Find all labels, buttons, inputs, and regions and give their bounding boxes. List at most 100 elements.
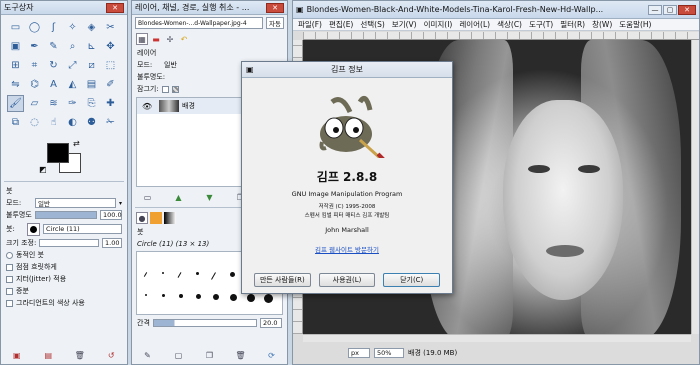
lower-layer-icon[interactable]: ▼	[204, 191, 216, 203]
pencil-icon[interactable]: ✐	[102, 76, 119, 93]
duplicate-brush-icon[interactable]: ❐	[204, 349, 216, 361]
eraser-icon[interactable]: ▱	[26, 95, 43, 112]
edit-brush-icon[interactable]: ✎	[142, 349, 154, 361]
license-button[interactable]: 사용권(L)	[318, 273, 376, 287]
menu-item[interactable]: 선택(S)	[360, 19, 384, 30]
brush-item[interactable]	[179, 294, 183, 298]
delete-options-icon[interactable]: 🗑	[74, 349, 86, 361]
close-icon[interactable]: ✕	[678, 4, 696, 15]
opacity-value[interactable]: 100.0	[100, 210, 122, 220]
raise-layer-icon[interactable]: ▲	[173, 191, 185, 203]
menu-item[interactable]: 편집(E)	[329, 19, 353, 30]
close-icon[interactable]: ✕	[106, 2, 124, 13]
brush-item[interactable]	[230, 272, 235, 277]
delete-brush-icon[interactable]: 🗑	[235, 349, 247, 361]
brush-name[interactable]: Circle (11)	[43, 224, 122, 234]
shear-icon[interactable]: ⧄	[83, 57, 100, 74]
blend-icon[interactable]: ▤	[83, 76, 100, 93]
menu-item[interactable]: 도구(T)	[529, 19, 553, 30]
color-picker-icon[interactable]: ✎	[45, 38, 62, 55]
save-options-icon[interactable]: ▣	[11, 349, 23, 361]
restore-options-icon[interactable]: ▤	[42, 349, 54, 361]
free-select-icon[interactable]: ʃ	[45, 19, 62, 36]
brush-item[interactable]	[162, 294, 165, 297]
scale-icon[interactable]: ⤢	[64, 57, 81, 74]
tab-undo[interactable]: ↶	[178, 33, 190, 45]
refresh-brushes-icon[interactable]: ⟳	[266, 349, 278, 361]
flip-icon[interactable]: ⇋	[7, 76, 24, 93]
fuzzy-select-icon[interactable]: ✧	[64, 19, 81, 36]
menu-item[interactable]: 이미지(I)	[424, 19, 453, 30]
website-link[interactable]: 김프 웹사이트 방문하기	[242, 244, 452, 254]
zoom-icon[interactable]: ⌕	[64, 38, 81, 55]
scissors-icon[interactable]: ✂	[102, 19, 119, 36]
opacity-slider[interactable]	[35, 211, 97, 219]
ellipse-select-icon[interactable]: ◯	[26, 19, 43, 36]
airbrush-icon[interactable]: ≋	[45, 95, 62, 112]
brush-item[interactable]	[230, 294, 237, 301]
toolbox-titlebar[interactable]: 도구상자 ✕	[1, 1, 127, 15]
close-icon[interactable]: ✕	[266, 2, 284, 13]
menu-item[interactable]: 도움말(H)	[619, 19, 651, 30]
minimize-icon[interactable]: —	[648, 4, 662, 15]
unit-select[interactable]: px	[348, 348, 370, 358]
measure-icon[interactable]: ⊾	[83, 38, 100, 55]
close-button[interactable]: 닫기(C)	[383, 273, 441, 287]
brush-preview[interactable]	[27, 222, 40, 236]
gimp-head-icon[interactable]: ⚉	[83, 114, 100, 131]
spacing-value[interactable]: 20.0	[260, 318, 282, 328]
layers-titlebar[interactable]: 레이어, 채널, 경로, 실행 취소 - ... ✕	[132, 1, 287, 15]
brush-item[interactable]	[196, 294, 201, 299]
smudge-icon[interactable]: ☝	[45, 114, 62, 131]
brush-item[interactable]	[162, 272, 164, 274]
auto-button[interactable]: 자동	[266, 17, 284, 29]
foreground-select-icon[interactable]: ▣	[7, 38, 24, 55]
text-icon[interactable]: A	[45, 76, 62, 93]
fade-checkbox[interactable]	[6, 263, 13, 271]
ink-icon[interactable]: ✑	[64, 95, 81, 112]
brush-item[interactable]	[247, 294, 255, 302]
menu-item[interactable]: 색상(C)	[497, 19, 522, 30]
menu-item[interactable]: 레이어(L)	[459, 19, 490, 30]
heal-icon[interactable]: ✚	[102, 95, 119, 112]
tab-paths[interactable]: ✢	[164, 33, 176, 45]
tab-patterns[interactable]	[150, 212, 162, 224]
rect-select-icon[interactable]: ▭	[7, 19, 24, 36]
mode-select[interactable]: 일반	[35, 198, 116, 208]
size-slider[interactable]	[39, 239, 99, 247]
crop-icon[interactable]: ⌗	[26, 57, 43, 74]
brush-item[interactable]	[177, 272, 182, 278]
eye-icon[interactable]: 👁	[142, 102, 156, 111]
clone-icon[interactable]: ⎘	[83, 95, 100, 112]
default-colors-icon[interactable]: ◩	[39, 165, 47, 174]
layer-name[interactable]: 배경	[182, 101, 195, 111]
layer-mode-select[interactable]: 일반	[164, 60, 177, 70]
dodge-icon[interactable]: ◐	[64, 114, 81, 131]
brush-item[interactable]	[264, 294, 273, 303]
gradient-checkbox[interactable]	[6, 299, 13, 307]
chevron-down-icon[interactable]: ▾	[119, 200, 122, 207]
about-titlebar[interactable]: ▣ 김프 정보	[242, 62, 452, 78]
tab-layers[interactable]: ▦	[136, 33, 148, 45]
jitter-checkbox[interactable]	[6, 275, 13, 283]
menu-item[interactable]: 보기(V)	[392, 19, 417, 30]
menu-item[interactable]: 파일(F)	[298, 19, 322, 30]
bucket-fill-icon[interactable]: ◭	[64, 76, 81, 93]
foreground-color-front[interactable]	[47, 143, 69, 163]
cage-icon[interactable]: ⌬	[26, 76, 43, 93]
lock-alpha-checkbox[interactable]	[171, 85, 179, 93]
new-brush-icon[interactable]: ▢	[173, 349, 185, 361]
perspective-clone-icon[interactable]: ⧉	[7, 114, 24, 131]
spacing-slider[interactable]	[152, 319, 257, 327]
lock-pixels-checkbox[interactable]	[161, 85, 169, 93]
color-select-icon[interactable]: ◈	[83, 19, 100, 36]
brush-item[interactable]	[213, 294, 219, 300]
scrollbar-horizontal[interactable]	[303, 334, 691, 342]
paths-icon[interactable]: ✒	[26, 38, 43, 55]
perspective-icon[interactable]: ⬚	[102, 57, 119, 74]
rotate-icon[interactable]: ↻	[45, 57, 62, 74]
dynamics-toggle[interactable]	[6, 251, 13, 259]
blur-icon[interactable]: ◌	[26, 114, 43, 131]
new-layer-icon[interactable]: ▭	[142, 191, 154, 203]
reset-options-icon[interactable]: ↺	[105, 349, 117, 361]
